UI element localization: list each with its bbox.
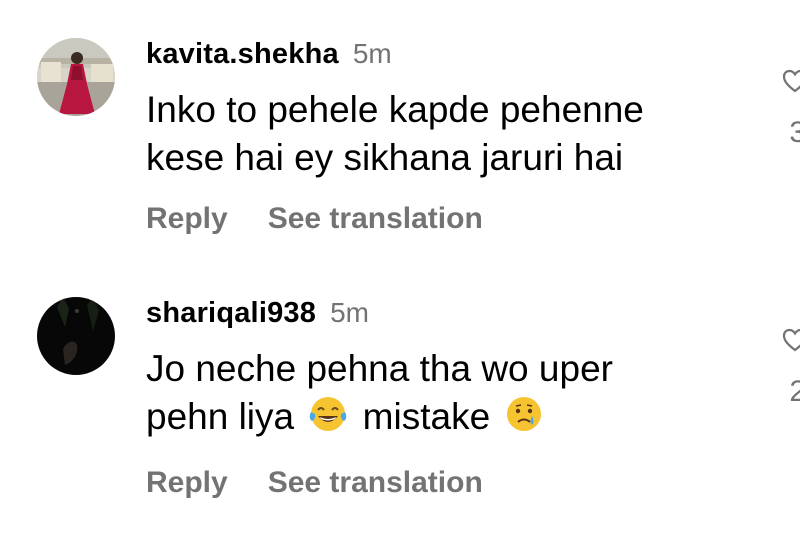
comment-line-part: pehn liya <box>146 396 295 437</box>
reply-button[interactable]: Reply <box>146 202 228 236</box>
timestamp: 5m <box>330 297 369 328</box>
like-count: 2 <box>789 375 800 408</box>
heart-icon[interactable] <box>782 68 800 99</box>
reply-button[interactable]: Reply <box>146 466 228 500</box>
comment-line: kese hai ey sikhana jaruri hai <box>146 137 624 178</box>
avatar[interactable] <box>37 38 115 116</box>
avatar[interactable] <box>37 297 115 375</box>
face-with-tears-of-joy-icon <box>308 394 348 446</box>
username[interactable]: kavita.shekha <box>146 38 339 71</box>
timestamp: 5m <box>352 38 392 69</box>
comment-text: Inko to pehele kapde pehenne kese hai ey… <box>146 86 746 182</box>
comment-line-part: mistake <box>362 396 491 437</box>
like-count: 3 <box>789 116 800 149</box>
comment-line: Jo neche pehna tha wo uper <box>146 348 613 389</box>
see-translation-button[interactable]: See translation <box>268 466 483 500</box>
see-translation-button[interactable]: See translation <box>268 202 483 236</box>
username[interactable]: shariqali938 <box>146 297 316 330</box>
comment-line: Inko to pehele kapde pehenne <box>146 89 644 130</box>
comment-text: Jo neche pehna tha wo uper pehn liya mis… <box>146 345 746 446</box>
crying-face-icon <box>504 394 544 446</box>
heart-icon[interactable] <box>782 327 800 358</box>
